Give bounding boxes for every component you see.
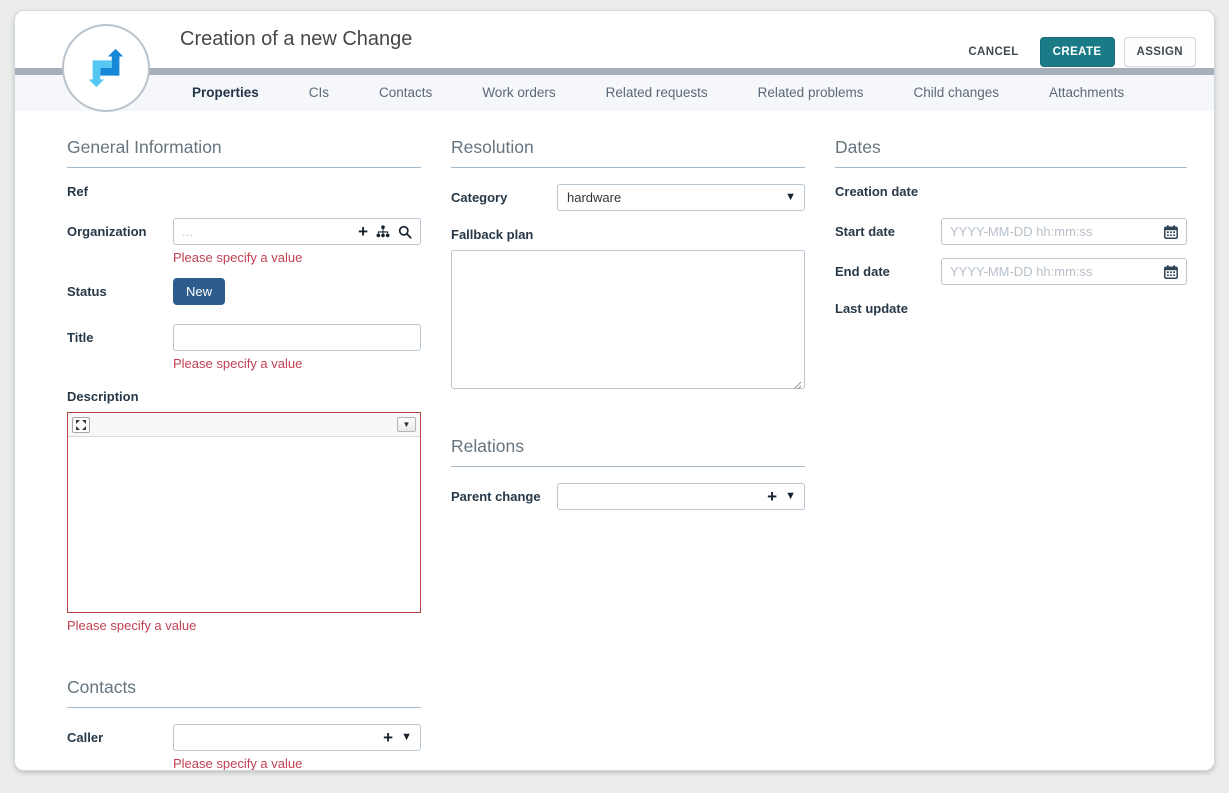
add-caller-icon[interactable]: + [383, 729, 393, 746]
creation-date-label: Creation date [835, 184, 941, 199]
tab-related-requests[interactable]: Related requests [581, 75, 733, 111]
description-editor-toolbar: ▼ [68, 413, 420, 437]
cancel-button[interactable]: CANCEL [956, 38, 1030, 66]
header-actions: CANCEL CREATE ASSIGN [956, 37, 1196, 67]
add-organization-icon[interactable]: + [358, 223, 368, 240]
parent-change-row: Parent change + ▼ [451, 483, 805, 510]
description-error: Please specify a value [67, 618, 421, 633]
end-date-label: End date [835, 258, 941, 285]
editor-collapse-toolbar-button[interactable]: ▼ [397, 417, 416, 432]
search-icon[interactable] [398, 225, 412, 239]
end-date-row: End date [835, 258, 1187, 285]
description-editor-body[interactable] [68, 437, 420, 612]
column-general: General Information Ref Organization + [67, 137, 421, 771]
tab-properties[interactable]: Properties [167, 75, 284, 111]
caller-error: Please specify a value [173, 756, 421, 771]
change-class-icon [62, 24, 150, 112]
end-date-input[interactable] [941, 258, 1187, 285]
ref-label: Ref [67, 184, 173, 199]
category-row: Category hardware ▼ [451, 184, 805, 211]
start-date-input[interactable] [941, 218, 1187, 245]
tab-cis[interactable]: CIs [284, 75, 354, 111]
general-information-heading: General Information [67, 137, 421, 168]
category-label: Category [451, 184, 557, 211]
header: Creation of a new Change CANCEL CREATE A… [15, 11, 1214, 68]
fallback-plan-label: Fallback plan [451, 227, 805, 242]
page-title: Creation of a new Change [180, 11, 412, 68]
parent-change-label: Parent change [451, 483, 557, 510]
status-badge: New [173, 278, 225, 305]
fallback-plan-block: Fallback plan [451, 227, 805, 394]
category-selected-value: hardware [567, 184, 621, 211]
hierarchy-icon[interactable] [376, 225, 390, 238]
tab-attachments[interactable]: Attachments [1024, 75, 1149, 111]
organization-row: Organization + [67, 218, 421, 265]
description-editor: ▼ [67, 412, 421, 613]
category-field-icons: ▼ [785, 184, 796, 211]
resolution-heading: Resolution [451, 137, 805, 168]
column-dates: Dates Creation date Start date [835, 137, 1187, 771]
title-error: Please specify a value [173, 356, 421, 371]
title-label: Title [67, 324, 173, 371]
start-date-row: Start date [835, 218, 1187, 245]
start-date-field-icons [1164, 218, 1178, 245]
form-content: General Information Ref Organization + [15, 111, 1214, 771]
title-input[interactable] [173, 324, 421, 351]
organization-label: Organization [67, 218, 173, 265]
organization-field-icons: + [358, 218, 412, 245]
tab-child-changes[interactable]: Child changes [888, 75, 1024, 111]
organization-error: Please specify a value [173, 250, 421, 265]
change-creation-window: Creation of a new Change CANCEL CREATE A… [14, 10, 1215, 771]
create-button[interactable]: CREATE [1040, 37, 1115, 67]
status-label: Status [67, 278, 173, 311]
tab-work-orders[interactable]: Work orders [457, 75, 580, 111]
description-label: Description [67, 389, 421, 404]
caller-dropdown-icon[interactable]: ▼ [401, 732, 412, 743]
column-resolution: Resolution Category hardware ▼ Fallback … [451, 137, 805, 771]
description-block: Description ▼ Please specify a value [67, 389, 421, 633]
status-row: Status New [67, 278, 421, 311]
last-update-label: Last update [835, 301, 941, 316]
fallback-plan-textarea[interactable] [451, 250, 805, 389]
end-date-field-icons [1164, 258, 1178, 285]
parent-change-field-icons: + ▼ [767, 483, 796, 510]
change-arrows-icon [83, 45, 129, 91]
caller-label: Caller [67, 724, 173, 771]
dates-heading: Dates [835, 137, 1187, 168]
maximize-icon [76, 420, 86, 430]
tab-contacts[interactable]: Contacts [354, 75, 457, 111]
editor-maximize-button[interactable] [72, 417, 90, 433]
caller-row: Caller + ▼ Please specify a value [67, 724, 421, 771]
start-date-label: Start date [835, 218, 941, 245]
title-row: Title Please specify a value [67, 324, 421, 371]
tab-bar: Properties CIs Contacts Work orders Rela… [15, 75, 1214, 111]
calendar-icon[interactable] [1164, 225, 1178, 239]
caller-field-icons: + ▼ [383, 724, 412, 751]
assign-button[interactable]: ASSIGN [1124, 37, 1197, 67]
tab-bar-top-stripe [15, 68, 1214, 75]
relations-heading: Relations [451, 436, 805, 467]
add-parent-change-icon[interactable]: + [767, 488, 777, 505]
contacts-heading: Contacts [67, 677, 421, 708]
parent-change-dropdown-icon[interactable]: ▼ [785, 491, 796, 502]
category-dropdown-icon[interactable]: ▼ [785, 192, 796, 203]
calendar-icon[interactable] [1164, 265, 1178, 279]
tab-related-problems[interactable]: Related problems [733, 75, 889, 111]
